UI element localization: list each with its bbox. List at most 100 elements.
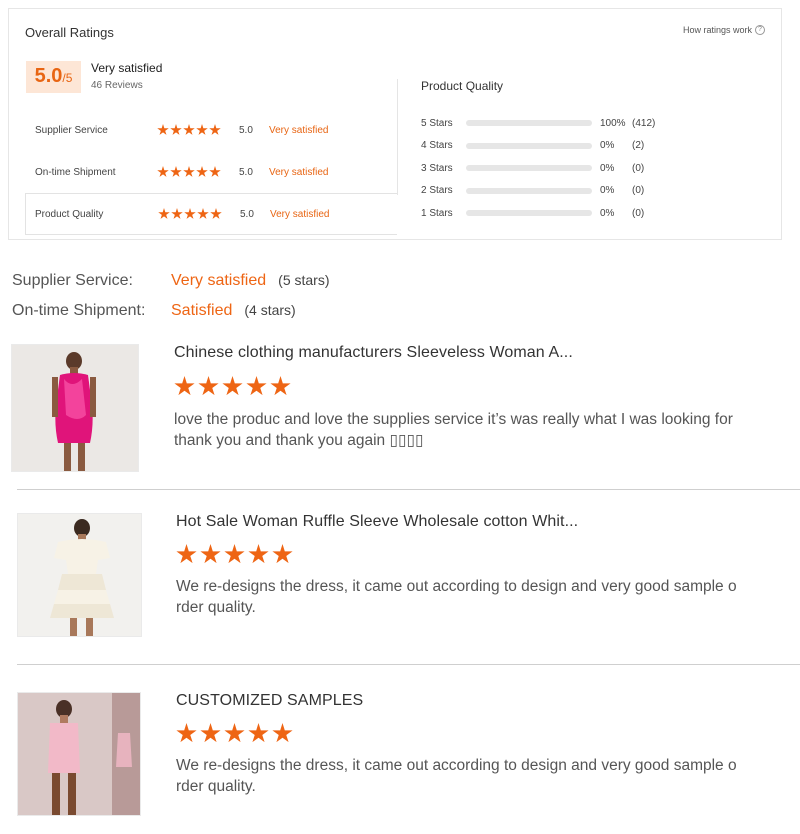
rating-text: Very satisfied [270,208,330,220]
distribution-label: 5 Stars [421,117,453,129]
distribution-count: (0) [632,185,645,197]
star-icon [272,544,293,564]
summary-row-on-time-shipment: On-time Shipment: Satisfied (4 stars) [12,302,330,332]
star-icon [196,166,208,177]
distribution-bar [466,187,592,194]
star-icon [157,166,169,177]
star-icon [198,376,219,396]
overall-score-max: /5 [62,71,73,85]
review-text: We re-designs the dress, it came out acc… [176,576,796,618]
star-rating [157,124,239,136]
how-ratings-work-link[interactable]: How ratings work ? [683,25,765,35]
rating-text: Very satisfied [269,166,329,178]
review-product-title[interactable]: Chinese clothing manufacturers Sleeveles… [174,344,573,362]
review-text-line: thank you and thank you again ▯▯▯▯ [174,432,424,449]
help-circle-icon[interactable]: ? [755,25,765,35]
summary-row-supplier-service: Supplier Service: Very satisfied (5 star… [12,272,330,302]
star-icon [170,124,182,135]
star-icon [209,166,221,177]
review-star-rating [176,723,293,744]
rating-row-supplier-service[interactable]: Supplier Service 5.0 Very satisfied [25,109,397,151]
rating-label: Product Quality [35,208,104,220]
reviews-count: 46 Reviews [91,80,143,91]
star-icon [248,544,269,564]
star-icon [184,208,196,219]
distribution-bar [466,210,592,217]
review-divider [17,489,800,490]
rating-score: 5.0 [239,166,253,178]
star-icon [170,166,182,177]
star-icon [200,544,221,564]
review-text-line: love the produc and love the supplies se… [174,411,733,428]
star-icon [158,208,170,219]
star-icon [197,208,209,219]
review-product-title[interactable]: Hot Sale Woman Ruffle Sleeve Wholesale c… [176,513,578,531]
overall-ratings-card: Overall Ratings How ratings work ? 5.0 /… [8,8,782,240]
ratings-summary: Supplier Service: Very satisfied (5 star… [12,272,330,332]
star-icon [209,124,221,135]
star-icon [157,124,169,135]
rating-row-on-time-shipment[interactable]: On-time Shipment 5.0 Very satisfied [25,151,397,193]
rating-label: On-time Shipment [35,166,116,178]
overall-label: Very satisfied [91,61,163,75]
review-text-line: We re-designs the dress, it came out acc… [176,757,737,774]
review-text: We re-designs the dress, it came out acc… [176,755,796,797]
rating-score: 5.0 [240,208,254,220]
distribution-label: 1 Stars [421,207,453,219]
star-icon [248,723,269,743]
review-product-title[interactable]: CUSTOMIZED SAMPLES [176,692,363,710]
star-rating [158,208,240,220]
star-icon [224,544,245,564]
distribution-count: (0) [632,207,645,219]
distribution-bar [466,165,592,172]
star-icon [183,166,195,177]
product-thumbnail[interactable] [17,692,141,816]
distribution-title: Product Quality [421,79,504,93]
star-icon [200,723,221,743]
star-icon [176,544,197,564]
distribution-bar [466,142,592,149]
star-icon [174,376,195,396]
distribution-percent: 0% [600,140,615,152]
summary-stars: (4 stars) [244,302,296,318]
product-image-white-ruffle-dress [18,514,141,636]
star-icon [272,723,293,743]
distribution-percent: 0% [600,162,615,174]
star-icon [222,376,243,396]
distribution-row: 5 Stars 100% (412) [421,112,761,135]
rating-text: Very satisfied [269,124,329,136]
product-image-pink-dress [12,345,138,471]
distribution-row: 2 Stars 0% (0) [421,180,761,203]
overall-score: 5.0 [34,65,63,87]
product-image-pink-bodycon-dress [18,693,140,815]
distribution-label: 4 Stars [421,140,453,152]
review-star-rating [176,544,293,565]
product-thumbnail[interactable] [11,344,139,472]
summary-label: Supplier Service: [12,272,133,289]
distribution-count: (412) [632,117,656,129]
summary-value: Very satisfied [171,272,267,289]
star-icon [176,723,197,743]
star-rating [157,166,239,178]
rating-row-product-quality[interactable]: Product Quality 5.0 Very satisfied [25,193,397,235]
category-ratings: Supplier Service 5.0 Very satisfied On-t… [25,109,397,235]
star-icon [224,723,245,743]
summary-value: Satisfied [171,302,233,319]
vertical-divider [397,79,398,195]
distribution-percent: 0% [600,207,615,219]
distribution-bar [466,120,592,127]
distribution-percent: 0% [600,185,615,197]
star-icon [246,376,267,396]
distribution-percent: 100% [600,117,626,129]
distribution-row: 4 Stars 0% (2) [421,135,761,158]
overall-score-badge: 5.0 /5 [26,61,81,93]
how-ratings-work-label: How ratings work [682,25,752,35]
product-thumbnail[interactable] [17,513,142,637]
distribution-count: (2) [632,140,645,152]
summary-label: On-time Shipment: [12,302,146,319]
star-icon [183,124,195,135]
distribution-label: 3 Stars [421,162,453,174]
review-text-line: rder quality. [176,599,256,616]
star-icon [196,124,208,135]
distribution-row: 1 Stars 0% (0) [421,202,761,225]
